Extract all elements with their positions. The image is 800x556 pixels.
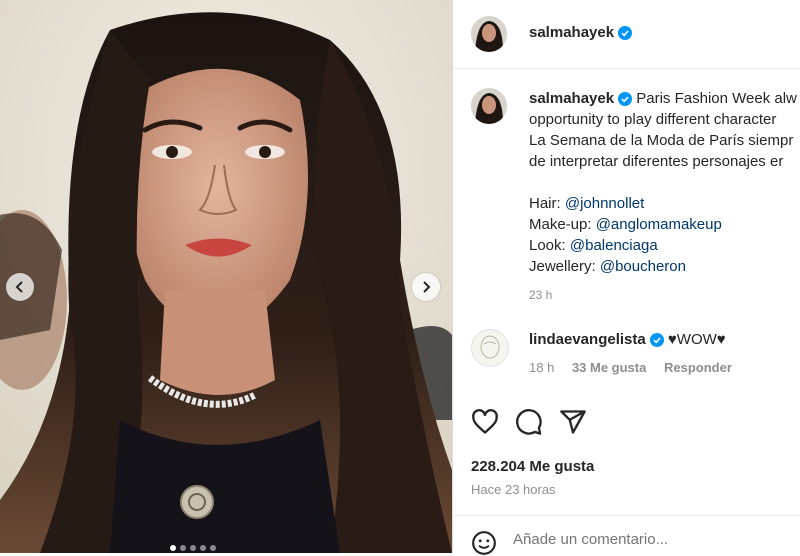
credit-label: Make-up: bbox=[529, 216, 596, 233]
comment-text: ♥WOW♥ bbox=[667, 331, 726, 348]
comment-timestamp[interactable]: 18 h bbox=[529, 360, 554, 375]
mention-link[interactable]: @boucheron bbox=[600, 258, 686, 275]
comment: lindaevangelista ♥WOW♥ 18 h 33 Me gusta … bbox=[529, 331, 732, 375]
avatar[interactable] bbox=[471, 16, 507, 52]
avatar-image bbox=[480, 335, 500, 359]
caption-avatar[interactable] bbox=[471, 88, 507, 124]
credit-label: Jewellery: bbox=[529, 258, 600, 275]
credit-label: Look: bbox=[529, 237, 570, 254]
chevron-right-icon bbox=[423, 281, 431, 293]
comment-username[interactable]: lindaevangelista bbox=[529, 331, 646, 348]
credit-line: Jewellery: @boucheron bbox=[529, 256, 800, 277]
post-photo[interactable] bbox=[0, 0, 452, 553]
credit-line: Look: @balenciaga bbox=[529, 235, 800, 256]
verified-icon bbox=[618, 25, 633, 40]
carousel-dot bbox=[180, 545, 186, 551]
comment-input[interactable] bbox=[511, 530, 785, 549]
credit-line: Make-up: @anglomamakeup bbox=[529, 214, 800, 235]
action-bar bbox=[471, 408, 587, 436]
post-details-panel: salmahayek salmahayek Paris Fashion Week… bbox=[452, 0, 800, 556]
post-header: salmahayek bbox=[453, 0, 800, 69]
likes-count[interactable]: 228.204 Me gusta bbox=[471, 458, 594, 475]
verified-icon bbox=[649, 333, 664, 348]
add-comment-bar bbox=[453, 515, 800, 556]
share-icon[interactable] bbox=[559, 408, 587, 436]
caption-text-line: de interpretar diferentes personajes er bbox=[529, 153, 784, 170]
post-timestamp[interactable]: Hace 23 horas bbox=[471, 482, 556, 497]
comment-avatar[interactable] bbox=[471, 329, 509, 367]
credit-line: Hair: @johnnollet bbox=[529, 193, 800, 214]
header-username[interactable]: salmahayek bbox=[529, 24, 614, 41]
reply-button[interactable]: Responder bbox=[664, 360, 732, 375]
avatar-image bbox=[471, 88, 507, 124]
heart-icon[interactable] bbox=[471, 408, 499, 436]
mention-link[interactable]: @anglomamakeup bbox=[596, 216, 722, 233]
avatar-image bbox=[471, 16, 507, 52]
carousel-next-button[interactable] bbox=[412, 273, 440, 301]
carousel-dot bbox=[210, 545, 216, 551]
carousel-dot bbox=[190, 545, 196, 551]
carousel-indicator bbox=[170, 545, 216, 551]
verified-icon bbox=[618, 92, 633, 107]
caption-timestamp[interactable]: 23 h bbox=[529, 285, 800, 306]
credit-label: Hair: bbox=[529, 195, 565, 212]
caption-text-line: opportunity to play different character bbox=[529, 111, 777, 128]
chevron-left-icon bbox=[15, 281, 23, 293]
caption-text-line: La Semana de la Moda de París siempr bbox=[529, 132, 794, 149]
carousel-dot bbox=[170, 545, 176, 551]
portrait-image bbox=[0, 0, 452, 553]
mention-link[interactable]: @johnnollet bbox=[565, 195, 644, 212]
caption-username[interactable]: salmahayek bbox=[529, 90, 614, 107]
carousel-dot bbox=[200, 545, 206, 551]
caption-text-line: Paris Fashion Week alw bbox=[636, 90, 797, 107]
comment-likes[interactable]: 33 Me gusta bbox=[572, 360, 646, 375]
comment-icon[interactable] bbox=[515, 408, 543, 436]
emoji-icon[interactable] bbox=[471, 530, 497, 556]
mention-link[interactable]: @balenciaga bbox=[570, 237, 658, 254]
carousel-prev-button[interactable] bbox=[6, 273, 34, 301]
post-caption: salmahayek Paris Fashion Week alw opport… bbox=[529, 88, 800, 306]
